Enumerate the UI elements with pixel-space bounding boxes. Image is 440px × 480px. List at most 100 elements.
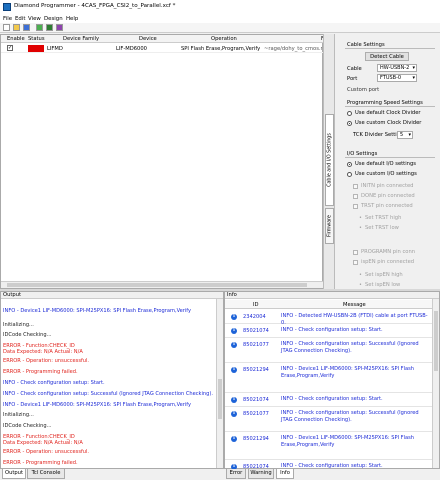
info-id-cell: 2342004: [243, 314, 266, 320]
default-clock-radio[interactable]: [347, 111, 352, 116]
window-title: Diamond Programmer - 4CAS_FPGA_CSI2_to_P…: [14, 3, 176, 9]
set-trst-high-label: Set TRST high: [365, 215, 402, 221]
table-row[interactable]: i 85021077 INFO - Check configuration setu…: [225, 338, 433, 363]
table-row[interactable]: i 85021294 INFO - Device1 LIF-MD6000: SPI-…: [225, 432, 433, 460]
output-line: Data Expected: N/A Actual: N/A: [3, 440, 83, 446]
custom-io-radio[interactable]: [347, 172, 352, 177]
info-icon: i: [231, 342, 237, 348]
cell-file[interactable]: ~rage/dohy_to_cmos.mel: [264, 46, 322, 52]
radio-dot-icon[interactable]: •: [359, 282, 362, 288]
menu-view[interactable]: View: [28, 16, 41, 22]
output-line: ERROR - Operation: unsuccessful.: [3, 449, 90, 455]
grid-header: Enable Status Device Family Device Opera…: [1, 35, 324, 43]
tab-output[interactable]: Output: [2, 469, 26, 479]
info-message-cell: INFO - Check configuration setup: Succes…: [281, 410, 419, 423]
default-io-radio[interactable]: [347, 162, 352, 167]
output-line: INFO - Device1 LIF-MD6000: SPI-M25PX16: …: [3, 308, 192, 314]
cell-device-family[interactable]: LIFMD: [47, 46, 63, 52]
radio-dot-icon[interactable]: •: [359, 272, 362, 278]
scrollbar-thumb[interactable]: [7, 283, 307, 287]
header-device-family[interactable]: Device Family: [63, 36, 99, 42]
device-properties-icon[interactable]: [56, 24, 63, 31]
cell-device[interactable]: LIF-MD6000: [116, 46, 147, 52]
info-pane: Info ID Message i 2342004 INFO - Detected …: [224, 291, 440, 470]
info-icon: i: [231, 328, 237, 334]
output-line: INFO - Check configuration setup: Succes…: [3, 391, 213, 397]
header-status[interactable]: Status: [28, 36, 45, 42]
header-enable[interactable]: Enable: [7, 36, 25, 42]
menu-help[interactable]: Help: [66, 16, 78, 22]
output-line: INFO - Check configuration setup: Start.: [3, 380, 105, 386]
table-row[interactable]: i 85021074 INFO - Check configuration setu…: [225, 324, 433, 338]
output-tab-strip: Output Tcl Console: [0, 469, 224, 480]
tab-cable-io-label: Cable and I/O Settings: [327, 133, 332, 187]
custom-clock-label: Use custom Clock Divider: [355, 120, 422, 126]
tab-error[interactable]: Error: [226, 469, 246, 479]
tab-firmware[interactable]: Firmware: [325, 208, 334, 244]
header-id[interactable]: ID: [253, 302, 259, 308]
vertical-scrollbar[interactable]: [432, 299, 439, 468]
table-row[interactable]: i 85021294 INFO - Device1 LIF-MD6000: SPI-…: [225, 363, 433, 393]
ispen-checkbox[interactable]: [353, 260, 358, 265]
info-icon: i: [231, 397, 237, 403]
output-line: IDCode Checking...: [3, 423, 52, 429]
tab-info[interactable]: Info: [276, 469, 294, 479]
cell-operation[interactable]: SPI Flash Erase,Program,Verify: [181, 46, 260, 52]
program-icon[interactable]: [46, 24, 53, 31]
tab-tcl-console[interactable]: Tcl Console: [27, 469, 65, 479]
programn-checkbox[interactable]: [353, 250, 358, 255]
set-ispen-high-label: Set ispEN high: [365, 272, 403, 278]
tab-cable-io-settings[interactable]: Cable and I/O Settings: [325, 114, 334, 206]
enable-checkbox[interactable]: ✓: [7, 45, 13, 51]
side-tab-strip: Cable and I/O Settings Firmware: [323, 34, 334, 289]
save-icon[interactable]: [23, 24, 30, 31]
radio-dot-icon[interactable]: •: [359, 225, 362, 231]
table-row[interactable]: i 85021077 INFO - Check configuration setu…: [225, 407, 433, 432]
scrollbar-thumb[interactable]: [434, 311, 438, 371]
custom-io-label: Use custom I/O settings: [355, 171, 417, 177]
table-row[interactable]: i 85021074 INFO - Check configuration setu…: [225, 393, 433, 407]
done-checkbox[interactable]: [353, 194, 358, 199]
trst-label: TRST pin connected: [361, 203, 413, 209]
info-pane-title: Info: [225, 292, 439, 299]
table-row[interactable]: i 2342004 INFO - Detected HW-USBN-2B (FTDI…: [225, 310, 433, 326]
header-operation[interactable]: Operation: [211, 36, 237, 42]
info-id-cell: 85021074: [243, 328, 269, 334]
detect-cable-button[interactable]: Detect Cable: [365, 52, 409, 61]
vertical-scrollbar[interactable]: [216, 299, 223, 468]
output-pane-title: Output: [1, 292, 223, 299]
menu-bar: File Edit View Design Help: [0, 14, 440, 23]
open-icon[interactable]: [13, 24, 20, 31]
tab-firmware-label: Firmware: [327, 215, 332, 237]
menu-design[interactable]: Design: [44, 16, 63, 22]
menu-file[interactable]: File: [3, 16, 12, 22]
scan-icon[interactable]: [36, 24, 43, 31]
default-io-label: Use default I/O settings: [355, 161, 416, 167]
tab-warning[interactable]: Warning: [248, 469, 274, 479]
output-line: INFO - Device1 LIF-MD6000: SPI-M25PX16: …: [3, 402, 192, 408]
menu-edit[interactable]: Edit: [15, 16, 25, 22]
cable-select[interactable]: HW-USBN-2: [377, 64, 417, 72]
header-device[interactable]: Device: [139, 36, 157, 42]
table-row[interactable]: ✓ LIFMD LIF-MD6000 SPI Flash Erase,Progr…: [1, 44, 323, 53]
horizontal-scrollbar[interactable]: [1, 281, 323, 288]
port-select[interactable]: FTUSB-0: [377, 74, 417, 82]
title-bar: Diamond Programmer - 4CAS_FPGA_CSI2_to_P…: [0, 0, 440, 14]
info-message-cell: INFO - Device1 LIF-MD6000: SPI-M25PX16: …: [281, 366, 415, 379]
radio-dot-icon[interactable]: •: [359, 215, 362, 221]
trst-checkbox[interactable]: [353, 204, 358, 209]
info-message-cell: INFO - Check configuration setup: Start.: [281, 396, 383, 402]
initn-checkbox[interactable]: [353, 184, 358, 189]
initn-label: INITN pin connected: [361, 183, 414, 189]
info-message-cell: INFO - Check configuration setup: Succes…: [281, 341, 419, 354]
custom-clock-radio[interactable]: [347, 121, 352, 126]
port-label: Port: [347, 76, 358, 82]
header-message[interactable]: Message: [343, 302, 366, 308]
tck-divider-spinner[interactable]: 5: [397, 131, 413, 139]
new-icon[interactable]: [3, 24, 10, 31]
toolbar: [0, 23, 440, 33]
set-trst-low-label: Set TRST low: [365, 225, 399, 231]
set-ispen-low-label: Set ispEN low: [365, 282, 401, 288]
cable-label: Cable: [347, 66, 362, 72]
scrollbar-thumb[interactable]: [218, 379, 222, 419]
